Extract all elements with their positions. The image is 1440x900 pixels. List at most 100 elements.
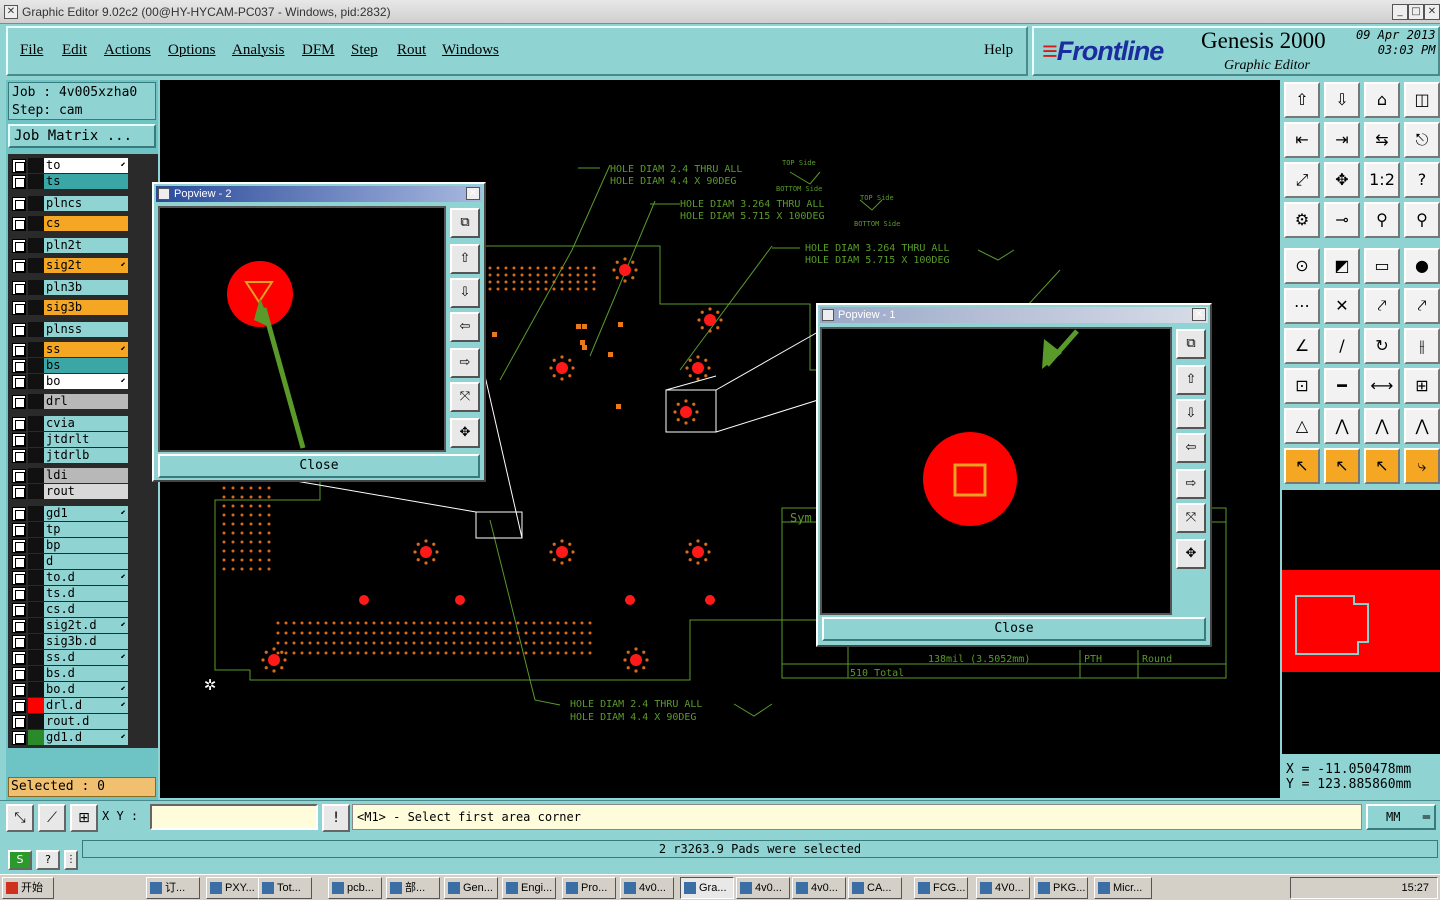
close-window-button[interactable]: ✕ — [1424, 4, 1440, 20]
layer-row-tp[interactable]: tp — [10, 522, 138, 538]
taskbar-item[interactable]: FCG... — [914, 877, 968, 899]
layer-checkbox[interactable] — [12, 555, 26, 569]
popview-1-close-button[interactable]: Close — [822, 617, 1206, 641]
popview-1-tool-6[interactable]: ⤧ — [1176, 503, 1206, 533]
layer-row-gd1-d[interactable]: gd1.d ⬋ — [10, 730, 138, 746]
layer-checkbox[interactable] — [12, 485, 26, 499]
layer-checkbox[interactable] — [12, 175, 26, 189]
layer-name[interactable]: drl — [44, 394, 128, 409]
taskbar-item[interactable]: Micr... — [1094, 877, 1152, 899]
mirror-icon[interactable]: ⫲ — [1404, 328, 1440, 364]
xy-input[interactable] — [150, 804, 318, 830]
h-line-icon[interactable]: ━ — [1324, 368, 1360, 404]
popview-1-tool-4[interactable]: ⇦ — [1176, 433, 1206, 463]
popview-1-tool-7[interactable]: ✥ — [1176, 539, 1206, 569]
layer-row-sig3b[interactable]: sig3b — [10, 300, 138, 316]
layer-row-drl-d[interactable]: drl.d ⬋ — [10, 698, 138, 714]
move-icon[interactable]: ⤤ — [1364, 288, 1400, 324]
layer-checkbox[interactable] — [12, 699, 26, 713]
layer-checkbox[interactable] — [12, 571, 26, 585]
menu-dfm[interactable]: DFM — [302, 42, 335, 59]
menu-rout[interactable]: Rout — [397, 42, 426, 59]
layer-row-to-d[interactable]: to.d ⬋ — [10, 570, 138, 586]
layer-row-jtdrlt[interactable]: jtdrlt — [10, 432, 138, 448]
taskbar-item[interactable]: 部... — [386, 877, 440, 899]
layer-row-cs-d[interactable]: cs.d — [10, 602, 138, 618]
layer-checkbox[interactable] — [12, 523, 26, 537]
layer-name[interactable]: rout — [44, 484, 128, 499]
layer-name[interactable]: to ⬋ — [44, 158, 128, 173]
taskbar-item[interactable]: 4v0... — [620, 877, 674, 899]
layer-row-bp[interactable]: bp — [10, 538, 138, 554]
layer-checkbox[interactable] — [12, 395, 26, 409]
select-c-icon[interactable]: ↖ — [1364, 448, 1400, 484]
layer-name[interactable]: tp — [44, 522, 128, 537]
layer-name[interactable]: cs — [44, 216, 128, 231]
layer-name[interactable]: plnss — [44, 322, 128, 337]
scale-icon[interactable]: 1:2 — [1364, 162, 1400, 198]
layer-name[interactable]: pln3b — [44, 280, 128, 295]
taskbar-item[interactable]: Gen... — [444, 877, 498, 899]
layer-checkbox[interactable] — [12, 217, 26, 231]
layer-checkbox[interactable] — [12, 259, 26, 273]
layer-row-ldi[interactable]: ldi — [10, 468, 138, 484]
select-b-icon[interactable]: ↖ — [1324, 448, 1360, 484]
layer-row-sig3b-d[interactable]: sig3b.d — [10, 634, 138, 650]
menu-actions[interactable]: Actions — [104, 42, 151, 59]
layer-name[interactable]: ss ⬋ — [44, 342, 128, 357]
popview-2-tool-2[interactable]: ⇧ — [450, 244, 480, 274]
menu-windows[interactable]: Windows — [442, 42, 499, 59]
cross-icon[interactable]: ✕ — [1324, 288, 1360, 324]
taskbar-item[interactable]: pcb... — [328, 877, 382, 899]
snap-icon[interactable]: ⤡ — [6, 804, 34, 832]
layer-row-bs-d[interactable]: bs.d — [10, 666, 138, 682]
menu-file[interactable]: File — [20, 42, 43, 59]
layer-row-d[interactable]: d — [10, 554, 138, 570]
ruler-icon[interactable]: ▭ — [1364, 248, 1400, 284]
help-icon[interactable]: ? — [36, 850, 60, 870]
probe-a-icon[interactable]: ⚲ — [1364, 202, 1400, 238]
layer-checkbox[interactable] — [12, 469, 26, 483]
probe-b-icon[interactable]: ⚲ — [1404, 202, 1440, 238]
layer-checkbox[interactable] — [12, 449, 26, 463]
layer-name[interactable]: sig2t ⬋ — [44, 258, 128, 273]
pad-icon[interactable]: ⊙ — [1284, 248, 1320, 284]
popview-2-tool-3[interactable]: ⇩ — [450, 278, 480, 308]
copy-icon[interactable]: ⤤ — [1404, 288, 1440, 324]
layer-checkbox[interactable] — [12, 603, 26, 617]
menu-help[interactable]: Help — [984, 42, 1013, 59]
layer-row-gd1[interactable]: gd1 ⬋ — [10, 506, 138, 522]
layer-name[interactable]: ldi — [44, 468, 128, 483]
taskbar-item[interactable]: CA... — [848, 877, 902, 899]
route-icon[interactable]: ⋯ — [1284, 288, 1320, 324]
pan-down-icon[interactable]: ⇩ — [1324, 82, 1360, 118]
layer-name[interactable]: bo.d ⬋ — [44, 682, 128, 697]
popview-1-tool-2[interactable]: ⇧ — [1176, 365, 1206, 395]
angle-icon[interactable]: ∠ — [1284, 328, 1320, 364]
pan-left-icon[interactable]: ⇤ — [1284, 122, 1320, 158]
select-a-icon[interactable]: ↖ — [1284, 448, 1320, 484]
stretch-icon[interactable]: ⟷ — [1364, 368, 1400, 404]
menu-step[interactable]: Step — [351, 42, 378, 59]
layer-checkbox[interactable] — [12, 281, 26, 295]
layer-checkbox[interactable] — [12, 651, 26, 665]
layer-row-plncs[interactable]: plncs — [10, 196, 138, 212]
layer-checkbox[interactable] — [12, 619, 26, 633]
popview-1-tool-3[interactable]: ⇩ — [1176, 399, 1206, 429]
layer-checkbox[interactable] — [12, 323, 26, 337]
taskbar-item[interactable]: Tot... — [258, 877, 312, 899]
rotate-icon[interactable]: ↻ — [1364, 328, 1400, 364]
cut-icon[interactable]: ⊸ — [1324, 202, 1360, 238]
center-icon[interactable]: ✥ — [1324, 162, 1360, 198]
home-icon[interactable]: ⌂ — [1364, 82, 1400, 118]
layer-row-ss-d[interactable]: ss.d ⬋ — [10, 650, 138, 666]
layer-checkbox[interactable] — [12, 343, 26, 357]
layer-checkbox[interactable] — [12, 433, 26, 447]
layer-name[interactable]: d — [44, 554, 128, 569]
layer-row-bo[interactable]: bo ⬋ — [10, 374, 138, 390]
layer-row-ss[interactable]: ss ⬋ — [10, 342, 138, 358]
layer-checkbox[interactable] — [12, 301, 26, 315]
start-button[interactable]: 开始 — [2, 877, 54, 899]
layer-name[interactable]: ts.d — [44, 586, 128, 601]
box-icon[interactable]: ⊡ — [1284, 368, 1320, 404]
